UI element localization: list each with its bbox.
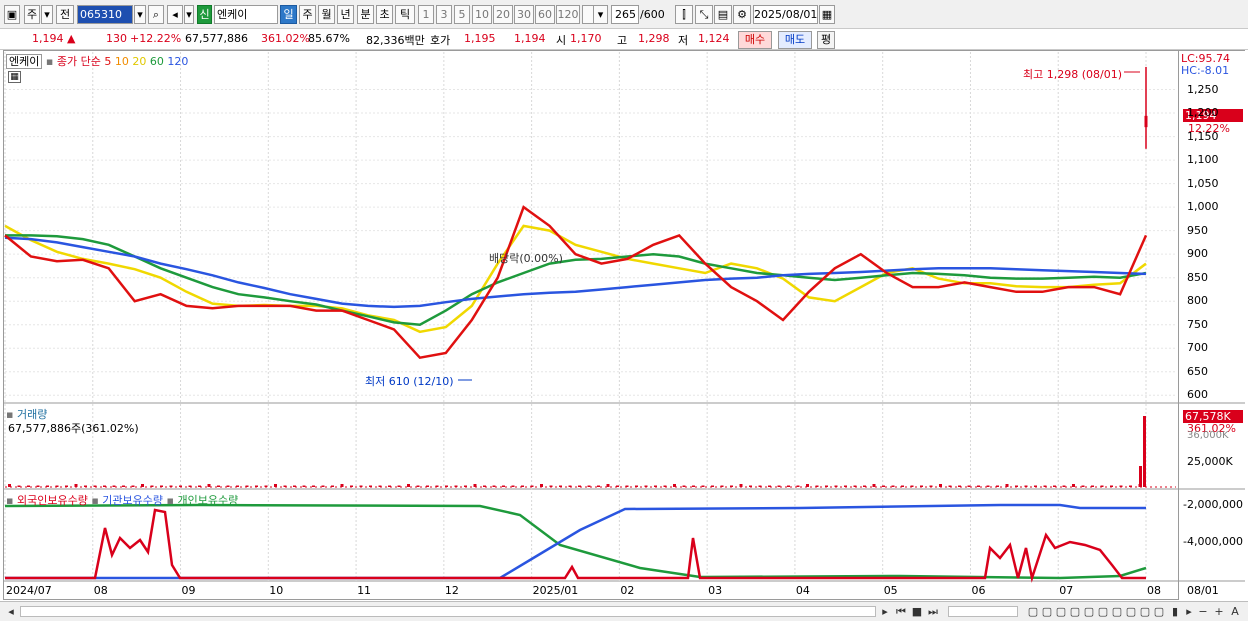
x-tick-label: 09 (181, 584, 196, 597)
holdings-axis-1: -2,000,000 (1183, 498, 1243, 511)
volume-bar (1072, 484, 1075, 487)
volume-bar-prev (1139, 466, 1142, 487)
x-tick-label: 2025/01 (532, 584, 579, 597)
holdings-legend: ▪ 외국인보유수량 ▪ 기관보유수량 ▪ 개인보유수량 (6, 494, 239, 507)
dividend-annotation: 배당락(0.00%) (489, 252, 563, 265)
ma-line-60 (5, 234, 1147, 326)
legend-foreign: 외국인보유수량 (16, 494, 88, 507)
price-tick-label: 1,150 (1187, 129, 1219, 143)
legend-institution: 기관보유수량 (102, 494, 164, 507)
last-candle-body (1144, 115, 1148, 128)
layout-10-icon[interactable]: ▢ (1152, 605, 1166, 619)
volume-bar (597, 485, 600, 487)
volume-axis-mid: 36,000K (1187, 430, 1229, 441)
layout-1-icon[interactable]: ▢ (1026, 605, 1040, 619)
ma-line-120 (4, 236, 1147, 309)
volume-bar (502, 485, 505, 487)
x-tick-label: 11 (357, 584, 372, 597)
scrollbar-track[interactable] (20, 606, 876, 617)
price-tick-label: 1,250 (1187, 82, 1219, 96)
volume-value-label: 67,577,886주(361.02%) (8, 422, 139, 435)
price-tick-label: 600 (1187, 388, 1208, 402)
zoom-slider[interactable] (948, 606, 1018, 617)
x-right-date: 08/01 (1187, 584, 1219, 597)
volume-axis-low: 25,000K (1187, 455, 1233, 468)
volume-bar (312, 485, 315, 487)
hc-value: HC:-8.01 (1181, 64, 1230, 77)
legend-individual: 개인보유수량 (177, 494, 239, 507)
legend-stock-name: 엔케이 (6, 54, 43, 69)
price-tick-label: 750 (1187, 317, 1208, 331)
x-tick-label: 03 (708, 584, 723, 597)
layout-3-icon[interactable]: ▢ (1054, 605, 1068, 619)
scroll-right-icon[interactable]: ▸ (878, 605, 892, 619)
layout-8-icon[interactable]: ▢ (1124, 605, 1138, 619)
rewind-icon[interactable]: ⏮ (894, 605, 908, 619)
x-tick-label: 2024/07 (6, 584, 52, 597)
x-tick-label: 08 (93, 584, 108, 597)
price-tick-label: 650 (1187, 364, 1208, 378)
layout-6-icon[interactable]: ▢ (1096, 605, 1110, 619)
volume-bar (882, 485, 885, 487)
legend-ma5: 5 (104, 55, 112, 68)
layout-7-icon[interactable]: ▢ (1110, 605, 1124, 619)
x-tick-label: 08 (1147, 584, 1161, 597)
layout-2-icon[interactable]: ▢ (1040, 605, 1054, 619)
x-tick-label: 12 (444, 584, 459, 597)
stop-icon[interactable]: ■ (910, 605, 924, 619)
bar-icon[interactable]: ▮ (1168, 605, 1182, 619)
holdings-foreign-line (5, 508, 1146, 583)
holdings-institution-line (5, 503, 1146, 580)
legend-ma-label: 종가 단순 (56, 55, 101, 68)
holdings-individual-line (4, 503, 1147, 580)
x-tick-label: 10 (269, 584, 284, 597)
high-annotation: 최고 1,298 (08/01) (1023, 68, 1123, 81)
volume-bar (217, 485, 220, 487)
price-tick-label: 900 (1187, 247, 1208, 261)
layout-4-icon[interactable]: ▢ (1068, 605, 1082, 619)
volume-bar (27, 485, 30, 487)
price-tick-label: 1,200 (1187, 106, 1219, 120)
low-annotation: 최저 610 (12/10) (365, 375, 454, 388)
price-tick-label: 1,050 (1187, 176, 1219, 190)
price-tick-label: 800 (1187, 294, 1208, 308)
volume-bar (692, 485, 695, 487)
x-tick-label: 05 (883, 584, 898, 597)
x-tick-label: 04 (795, 584, 810, 597)
bottom-scroll-bar: ◂ ▸ ⏮ ■ ⏭ ▢ ▢ ▢ ▢ ▢ ▢ ▢ ▢ ▢ ▢ ▮ ▸ − + A (0, 601, 1248, 621)
legend-ma60: 60 (149, 55, 164, 68)
auto-scale-icon[interactable]: A (1228, 605, 1242, 619)
forward-icon[interactable]: ⏭ (926, 605, 940, 619)
price-tick-label: 950 (1187, 223, 1208, 237)
minus-icon[interactable]: − (1196, 605, 1210, 619)
x-tick-label: 06 (971, 584, 986, 597)
price-legend: 엔케이 ▪ 종가 단순 5 10 20 60 120 (6, 53, 188, 69)
price-tick-label: 1,000 (1187, 200, 1219, 214)
layout-9-icon[interactable]: ▢ (1138, 605, 1152, 619)
volume-bar (977, 485, 980, 487)
x-tick-label: 07 (1059, 584, 1074, 597)
volume-bar (787, 485, 790, 487)
ma-line-20 (4, 224, 1147, 334)
chart-svg (3, 52, 1245, 583)
volume-bar (122, 485, 125, 487)
holdings-axis-2: -4,000,000 (1183, 535, 1243, 548)
legend-ma120: 120 (167, 55, 189, 68)
zoom-out-icon[interactable]: ▸ (1182, 605, 1196, 619)
legend-ma10: 10 (114, 55, 129, 68)
x-tick-label: 02 (620, 584, 635, 597)
volume-bar-last (1143, 416, 1146, 487)
plus-icon[interactable]: + (1212, 605, 1226, 619)
price-tick-label: 1,100 (1187, 153, 1219, 167)
price-tick-label: 700 (1187, 341, 1208, 355)
calculator-icon[interactable]: ▦ (8, 71, 21, 83)
price-tick-label: 850 (1187, 270, 1208, 284)
volume-bar (407, 484, 410, 487)
layout-5-icon[interactable]: ▢ (1082, 605, 1096, 619)
legend-ma20: 20 (132, 55, 147, 68)
scroll-left-icon[interactable]: ◂ (4, 605, 18, 619)
